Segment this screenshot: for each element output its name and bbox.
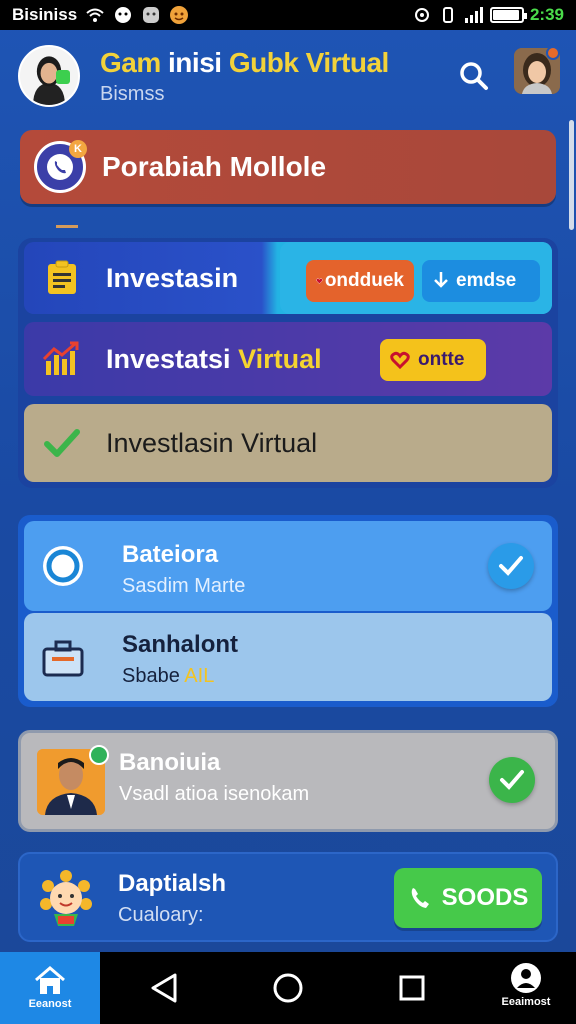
- status-time: 2:39: [529, 5, 564, 24]
- online-badge: [56, 70, 70, 84]
- check-mark-icon: [42, 423, 82, 463]
- status-bar: Bisiniss 2:39: [0, 0, 576, 30]
- status-card-2[interactable]: Sanhalont Sbabe AIL: [24, 613, 552, 701]
- phone-icon: [411, 888, 429, 908]
- support-icon: [40, 543, 86, 589]
- signal-icon: [464, 5, 484, 25]
- phone-call-icon: K: [34, 140, 87, 193]
- favorite-action-button[interactable]: ontte: [380, 339, 486, 381]
- scrollbar[interactable]: [569, 120, 574, 230]
- person-badge: [89, 745, 109, 765]
- wifi-icon: [85, 5, 105, 25]
- investment-row-2[interactable]: Investatsi Virtual ontte: [24, 322, 552, 396]
- home-icon: [35, 966, 65, 994]
- status-card-3[interactable]: Banoiuia Vsadl atioa isenokam: [18, 730, 558, 832]
- status-cards-group: Bateiora Sasdim Marte Sanhalont Sbabe AI…: [18, 515, 558, 707]
- status-card-3-subtitle: Vsadl atioa isenokam: [119, 783, 310, 805]
- sun-character-icon: [38, 868, 94, 928]
- notification-face-icon: [113, 5, 133, 25]
- investment-row-2-label: Investatsi Virtual: [106, 343, 322, 374]
- user-avatar[interactable]: [18, 45, 80, 107]
- heart-action-label: ondduek: [324, 270, 404, 291]
- investment-row-3[interactable]: Investlasin Virtual: [24, 404, 552, 482]
- app-subtitle: Bismss: [100, 82, 165, 105]
- vibrate-icon: [438, 5, 458, 25]
- investment-group: Investasin ondduek emdse Investatsi Virt…: [18, 238, 558, 488]
- bottom-nav-bar: Eeanost Eeaimost: [0, 952, 576, 1024]
- status-card-1-subtitle: Sasdim Marte: [122, 575, 246, 597]
- featured-banner[interactable]: K Porabiah Mollole: [20, 130, 556, 204]
- banner-badge: K: [69, 140, 87, 158]
- banner-title: Porabiah Mollole: [102, 151, 327, 182]
- heart-outline-icon: [390, 351, 410, 369]
- check-icon: [499, 556, 523, 576]
- nav-profile-tab[interactable]: Eeaimost: [496, 962, 556, 1018]
- contact-card-subtitle: Cualoary:: [118, 904, 204, 926]
- status-card-1-check-button[interactable]: [488, 543, 534, 589]
- emoji-icon: [169, 5, 189, 25]
- call-button-label: SOODS: [441, 884, 529, 911]
- nav-home-tab[interactable]: Eeanost: [0, 952, 100, 1024]
- profile-notification-dot: [546, 46, 560, 60]
- investment-row-3-label: Investlasin Virtual: [106, 427, 318, 458]
- nav-home-label: Eeanost: [28, 998, 72, 1010]
- status-card-3-check-button[interactable]: [489, 757, 535, 803]
- app-header: Gam inisi Gubk Virtual Bismss: [0, 30, 576, 122]
- status-card-2-subtitle: Sbabe AIL: [122, 665, 215, 687]
- status-card-3-title: Banoiuia: [119, 749, 221, 776]
- search-icon[interactable]: [456, 58, 492, 94]
- status-card-1[interactable]: Bateiora Sasdim Marte: [24, 521, 552, 611]
- sync-icon: [412, 5, 432, 25]
- call-button[interactable]: SOODS: [394, 868, 542, 928]
- clipboard-icon: [42, 258, 82, 298]
- person-icon: [511, 963, 541, 993]
- status-card-2-title: Sanhalont: [122, 631, 239, 658]
- battery-icon: [489, 7, 527, 23]
- download-action-label: emdse: [456, 270, 517, 291]
- heart-icon: [316, 278, 323, 284]
- recent-square-icon[interactable]: [392, 968, 432, 1008]
- message-face-icon: [141, 5, 161, 25]
- back-triangle-icon[interactable]: [144, 968, 184, 1008]
- check-icon: [500, 770, 524, 790]
- download-icon: [434, 272, 448, 288]
- contact-card[interactable]: Daptialsh Cualoary: SOODS: [18, 852, 558, 942]
- download-action-button[interactable]: emdse: [422, 260, 540, 302]
- status-card-1-title: Bateiora: [122, 541, 219, 568]
- divider: [56, 225, 78, 228]
- favorite-action-label: ontte: [418, 349, 465, 370]
- investment-row-1-label: Investasin: [106, 262, 239, 293]
- app-title: Gam inisi Gubk Virtual: [100, 46, 389, 78]
- chart-up-icon: [42, 339, 82, 379]
- investment-row-1[interactable]: Investasin ondduek emdse: [24, 242, 552, 314]
- status-app-name: Bisiniss: [12, 5, 78, 24]
- heart-action-button[interactable]: ondduek: [306, 260, 414, 302]
- contact-card-title: Daptialsh: [118, 870, 227, 897]
- nav-profile-label: Eeaimost: [501, 996, 551, 1008]
- briefcase-icon: [40, 635, 86, 681]
- home-circle-icon[interactable]: [268, 968, 308, 1008]
